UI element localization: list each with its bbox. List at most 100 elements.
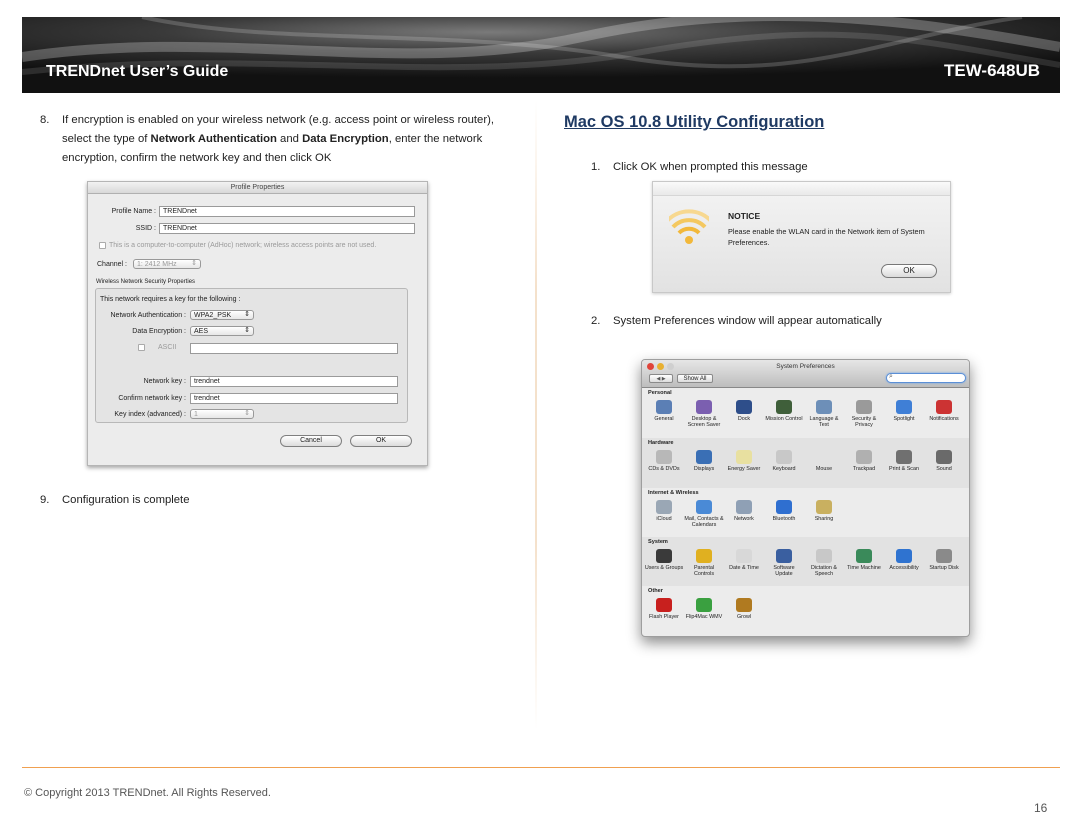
show-all-button[interactable]: Show All [677,374,713,383]
sharing-icon [816,500,832,514]
footer-rule [22,767,1060,768]
auth-value: WPA2_PSK [194,312,232,319]
pref-pane-label: Language & Text [809,416,839,428]
pref-pane-accessibility[interactable]: Accessibility [884,549,924,571]
step-text-part: and [276,133,303,145]
pref-pane-dictation[interactable]: Dictation & Speech [804,549,844,577]
bluetooth-icon [776,500,792,514]
pref-pane-label: Parental Controls [693,565,715,577]
pref-pane-sharing[interactable]: Sharing [804,500,844,522]
keyboard-icon [776,450,792,464]
pref-pane-users[interactable]: Users & Groups [644,549,684,571]
pref-pane-flash[interactable]: Flash Player [644,598,684,620]
pref-pane-label: Mail, Contacts & Calendars [684,516,724,528]
pref-pane-icloud[interactable]: iCloud [644,500,684,522]
adhoc-checkbox-row[interactable]: This is a computer-to-computer (AdHoc) n… [99,242,376,249]
pref-pane-spotlight[interactable]: Spotlight [884,400,924,422]
pref-pane-label: Growl [736,614,752,620]
pref-pane-printer[interactable]: Print & Scan [884,450,924,472]
pref-pane-growl[interactable]: Growl [724,598,764,620]
mission-control-icon [776,400,792,414]
pref-section-title: Other [648,588,663,594]
pref-pane-label: Energy Saver [727,466,761,472]
ssid-label: SSID : [135,225,156,232]
pref-pane-label: Desktop & Screen Saver [687,416,721,428]
pref-pane-notifications[interactable]: Notifications [924,400,964,422]
pref-pane-general[interactable]: General [644,400,684,422]
window-title: System Preferences [776,363,835,370]
key-index-label: Key index (advanced) : [114,410,186,418]
pref-section-title: Hardware [648,440,674,446]
pref-pane-bluetooth[interactable]: Bluetooth [764,500,804,522]
pref-pane-label: Dictation & Speech [810,565,838,577]
network-key-input[interactable]: trendnet [190,376,398,387]
pref-pane-cd[interactable]: CDs & DVDs [644,450,684,472]
notice-ok-button[interactable]: OK [881,264,937,278]
pref-pane-security[interactable]: Security & Privacy [844,400,884,428]
pref-pane-keyboard[interactable]: Keyboard [764,450,804,472]
section-title: Mac OS 10.8 Utility Configuration [564,113,825,131]
channel-value: 1: 2412 MHz [136,261,177,268]
cancel-button[interactable]: Cancel [280,435,342,447]
pref-pane-trackpad[interactable]: Trackpad [844,450,884,472]
pref-pane-label: Sharing [814,516,834,522]
ssid-input[interactable]: TRENDnet [159,223,415,234]
pref-pane-network[interactable]: Network [724,500,764,522]
pref-section: Personal General Desktop & Screen Saver Doc… [642,388,969,438]
pref-pane-time-machine[interactable]: Time Machine [844,549,884,571]
key-index-select[interactable]: 1 ⇕ [190,409,254,419]
pref-section: Hardware CDs & DVDs Displays Energy Saver Ke… [642,438,969,488]
pref-pane-startup-disk[interactable]: Startup Disk [924,549,964,571]
select-arrows-icon: ⇕ [244,327,250,334]
pref-pane-update[interactable]: Software Update [764,549,804,577]
pref-pane-flip4mac[interactable]: Flip4Mac WMV [684,598,724,620]
pref-pane-desktop[interactable]: Desktop & Screen Saver [684,400,724,428]
pref-pane-label: Spotlight [893,416,915,422]
pref-pane-clock[interactable]: Date & Time [724,549,764,571]
step-1: 1. Click OK when prompted this message [591,161,808,173]
adhoc-label: This is a computer-to-computer (AdHoc) n… [109,242,377,249]
step-text: System Preferences window will appear au… [613,315,882,327]
adhoc-checkbox[interactable] [99,242,106,249]
ok-button[interactable]: OK [350,435,412,447]
pref-section: Other Flash Player Flip4Mac WMV Growl [642,586,969,636]
ascii-input[interactable] [190,343,398,354]
ascii-checkbox[interactable] [138,344,145,351]
pref-pane-mouse[interactable]: Mouse [804,450,844,472]
security-group-label: Wireless Network Security Properties [96,279,196,285]
pref-pane-label: Mission Control [765,416,803,422]
pref-pane-label: Bluetooth [772,516,796,522]
pref-pane-label: Software Update [773,565,795,577]
network-authentication-select[interactable]: WPA2_PSK ⇕ [190,310,254,320]
channel-select[interactable]: 1: 2412 MHz ⇕ [132,259,201,269]
pref-pane-label: Flip4Mac WMV [685,614,723,620]
pref-pane-language[interactable]: Language & Text [804,400,844,428]
mouse-icon [816,450,832,464]
data-encryption-label: Data Encryption : [132,327,186,335]
pref-pane-parental[interactable]: Parental Controls [684,549,724,577]
data-encryption-select[interactable]: AES ⇕ [190,326,254,336]
profile-name-label: Profile Name : [111,208,156,215]
pref-pane-energy[interactable]: Energy Saver [724,450,764,472]
pref-pane-mail[interactable]: Mail, Contacts & Calendars [684,500,724,528]
search-input[interactable]: ⌕ [886,373,966,383]
spotlight-icon [896,400,912,414]
pref-pane-label: Time Machine [847,565,881,571]
growl-icon [736,598,752,612]
pref-pane-displays[interactable]: Displays [684,450,724,472]
confirm-network-key-input[interactable]: trendnet [190,393,398,404]
sound-icon [936,450,952,464]
requires-key-label: This network requires a key for the foll… [100,296,241,303]
language-icon [816,400,832,414]
startup-disk-icon [936,549,952,563]
pref-pane-mission-control[interactable]: Mission Control [764,400,804,422]
icloud-icon [656,500,672,514]
pref-pane-sound[interactable]: Sound [924,450,964,472]
accessibility-icon [896,549,912,563]
select-arrows-icon: ⇕ [244,410,250,417]
back-forward-buttons[interactable]: ◀ ▶ [649,374,673,383]
pref-pane-label: Network [734,516,754,522]
pref-pane-dock[interactable]: Dock [724,400,764,422]
security-icon [856,400,872,414]
profile-name-input[interactable]: TRENDnet [159,206,415,217]
